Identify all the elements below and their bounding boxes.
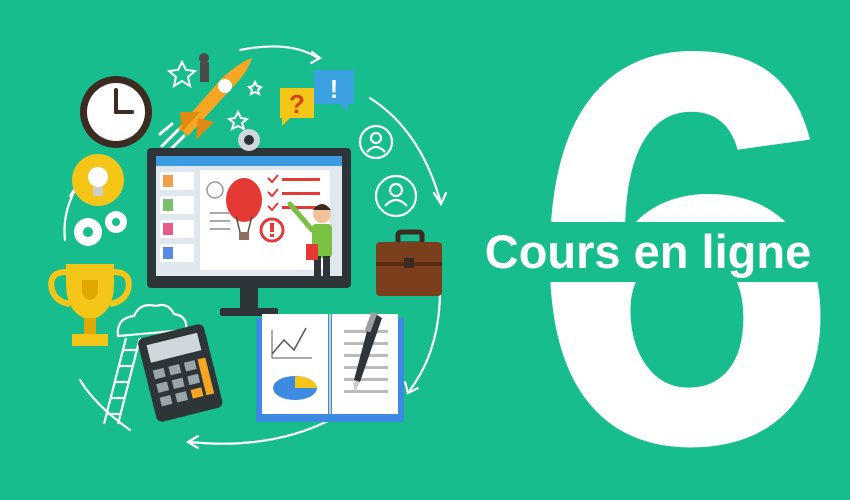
svg-text:!: !	[330, 74, 339, 104]
open-book-icon	[256, 314, 404, 422]
ladder-icon	[102, 337, 142, 425]
e-learning-illustration: ? !	[48, 45, 448, 450]
clock-icon	[80, 76, 152, 148]
question-bubble-icon: ?	[280, 88, 314, 126]
rocket-icon	[158, 53, 252, 152]
briefcase-icon	[376, 229, 442, 296]
page-title: Cours en ligne	[463, 222, 833, 282]
gears-icon	[74, 211, 127, 246]
svg-text:?: ?	[289, 89, 305, 119]
lightbulb-icon	[72, 154, 124, 206]
calculator-icon	[138, 324, 223, 422]
webcam-icon	[238, 129, 260, 151]
student-avatar-icon	[358, 124, 418, 218]
banner: ? ! 6 Cours en ligne	[0, 0, 850, 500]
exclamation-bubble-icon: !	[314, 70, 354, 112]
